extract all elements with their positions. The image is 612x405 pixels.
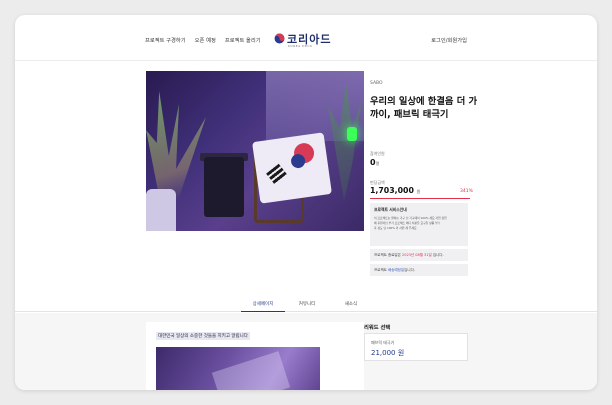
nav-upcoming[interactable]: 오픈 예정 xyxy=(195,36,216,44)
reward-name: 패브릭 태극기 xyxy=(371,340,395,345)
funding-progress-bar xyxy=(370,198,470,199)
tab-details[interactable]: 상세페이지 xyxy=(241,301,285,312)
tab-news[interactable]: 새소식 xyxy=(329,301,373,311)
reward-price: 21,000 원 xyxy=(371,349,405,357)
logo-taeguk-icon xyxy=(274,33,285,44)
main-nav: 프로젝트 구경하기 오픈 예정 프로젝트 올리기 xyxy=(145,36,261,44)
site-logo[interactable]: 코리아드 KOREA DECK xyxy=(274,31,340,49)
reward-card[interactable]: 패브릭 태극기 21,000 원 xyxy=(364,333,468,361)
story-panel: 대한민국 일상의 소중한 것들을 지키고 알립니다 xyxy=(146,322,364,390)
browser-window: 프로젝트 구경하기 오픈 예정 프로젝트 올리기 코리아드 KOREA DECK… xyxy=(15,15,597,390)
nav-browse-projects[interactable]: 프로젝트 구경하기 xyxy=(145,36,186,44)
notice-line: 후 정도 당 100% 카 사원 제 주세요 xyxy=(374,226,417,230)
content-area: 대한민국 일상의 소중한 것들을 지키고 알립니다 리워드 선택 패브릭 태극기… xyxy=(15,313,597,390)
flag-image xyxy=(252,132,332,204)
funding-amount: 1,703,000 원 xyxy=(370,186,421,195)
rewards-title: 리워드 선택 xyxy=(364,325,391,331)
story-image xyxy=(156,347,320,390)
delivery-info-box: 프로젝트 배송예정일입니다. xyxy=(370,264,468,276)
tab-community[interactable]: 커뮤니티 xyxy=(285,301,329,311)
nav-launch-project[interactable]: 프로젝트 올리기 xyxy=(225,36,261,44)
site-header: 프로젝트 구경하기 오픈 예정 프로젝트 올리기 코리아드 KOREA DECK… xyxy=(15,15,597,61)
notice-title: 프로젝트 서비스안내 xyxy=(374,207,407,212)
product-title: 우리의 일상에 한결음 더 가까이, 패브릭 태극기 xyxy=(370,96,478,120)
supporters-label: 참여인원 xyxy=(370,151,385,156)
service-notice-box: 프로젝트 서비스안내 이 프로젝트는 원하는 가구 선 가구에서 100% 세요… xyxy=(370,203,468,246)
product-image xyxy=(146,71,364,231)
login-signup-link[interactable]: 로그인/회원가입 xyxy=(431,36,467,44)
logo-subtext: KOREA DECK xyxy=(288,44,313,48)
product-brand: SABO xyxy=(370,81,383,86)
funding-period-box: 프로젝트 종료일은 2023년 08월 31일 입니다. xyxy=(370,249,468,261)
funding-rate: 341% xyxy=(460,189,473,194)
supporters-count: 0명 xyxy=(370,158,380,167)
detail-tabs: 상세페이지 커뮤니티 새소식 xyxy=(15,298,597,312)
story-caption: 대한민국 일상의 소중한 것들을 지키고 알립니다 xyxy=(156,332,250,340)
